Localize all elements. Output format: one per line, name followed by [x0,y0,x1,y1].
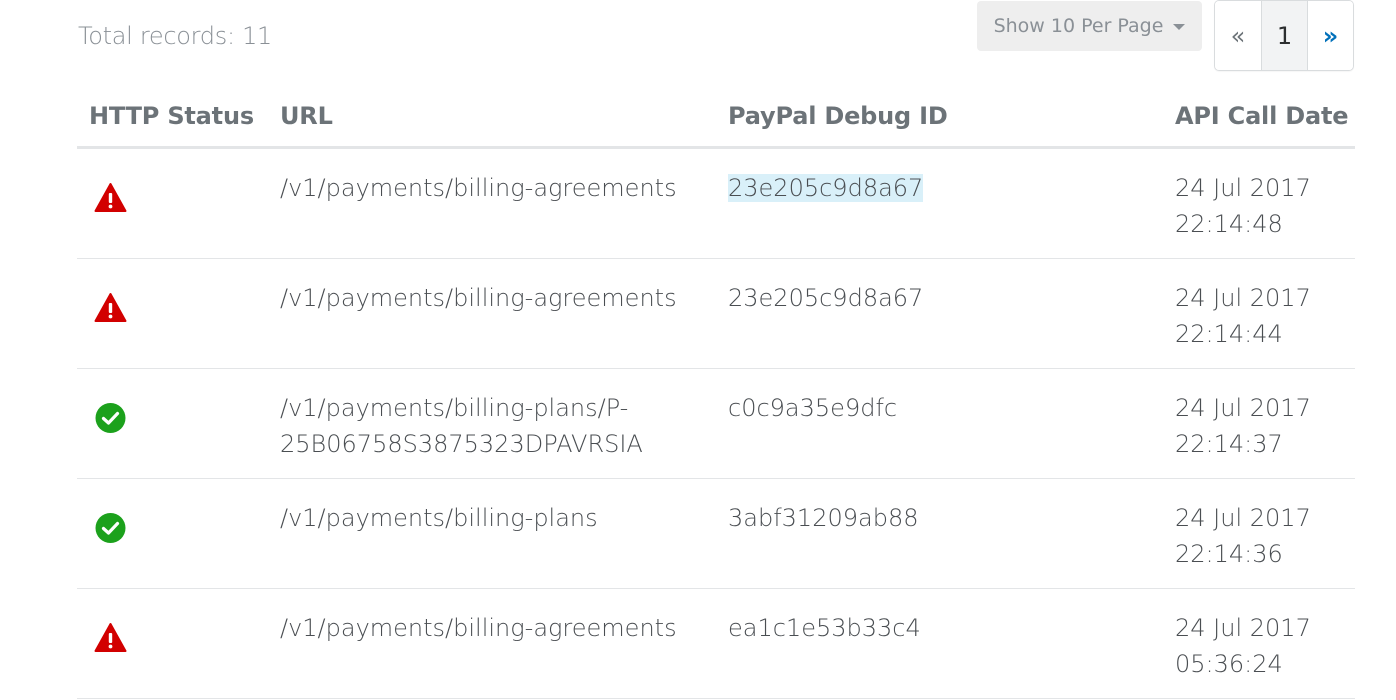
date-cell: 24 Jul 2017 22:14:36 [1175,500,1355,572]
debug-id-text[interactable]: c0c9a35e9dfc [728,394,897,422]
table-row[interactable]: /v1/payments/billing-plans/P-25B06758S38… [77,369,1355,479]
date-day: 24 Jul 2017 [1175,614,1311,642]
date-time: 22:14:44 [1175,320,1283,348]
date-time: 05:36:24 [1175,650,1283,678]
pagination-next-button[interactable]: » [1307,1,1353,70]
debug-id-text[interactable]: 23e205c9d8a67 [728,284,923,312]
header-api-call-date: API Call Date [1175,102,1349,130]
pagination: « 1 » [1214,0,1354,71]
header-debug-id: PayPal Debug ID [728,102,948,130]
date-day: 24 Jul 2017 [1175,394,1311,422]
debug-id-cell: 23e205c9d8a67 [728,170,924,206]
date-day: 24 Jul 2017 [1175,174,1311,202]
api-calls-table: HTTP Status URL PayPal Debug ID API Call… [77,90,1355,699]
caret-down-icon [1173,24,1186,30]
pagination-page-1[interactable]: 1 [1261,1,1307,70]
debug-id-cell: 23e205c9d8a67 [728,280,923,316]
header-url: URL [280,102,333,130]
date-time: 22:14:37 [1175,430,1283,458]
debug-id-cell: 3abf31209ab88 [728,500,919,536]
table-row[interactable]: /v1/payments/billing-agreements ea1c1e53b… [77,589,1355,699]
date-cell: 24 Jul 2017 22:14:48 [1175,170,1355,242]
date-cell: 24 Jul 2017 22:14:37 [1175,390,1355,462]
warning-icon [94,292,127,324]
url-cell: /v1/payments/billing-plans [280,504,598,532]
debug-id-cell: ea1c1e53b33c4 [728,610,921,646]
debug-id-cell: c0c9a35e9dfc [728,390,897,426]
header-http-status: HTTP Status [89,102,254,130]
table-row[interactable]: /v1/payments/billing-plans 3abf31209ab88 2… [77,479,1355,589]
url-cell: /v1/payments/billing-agreements [280,284,677,312]
per-page-dropdown[interactable]: Show 10 Per Page [977,1,1202,51]
date-day: 24 Jul 2017 [1175,284,1311,312]
url-cell: /v1/payments/billing-agreements [280,174,677,202]
debug-id-text[interactable]: ea1c1e53b33c4 [728,614,921,642]
pagination-prev-button[interactable]: « [1215,1,1261,70]
url-cell: /v1/payments/billing-agreements [280,614,677,642]
url-cell: /v1/payments/billing-plans/P-25B06758S38… [280,394,643,458]
check-circle-icon [94,402,127,434]
table-body: /v1/payments/billing-agreements 23e205c9d… [77,149,1355,699]
check-circle-icon [94,512,127,544]
table-row[interactable]: /v1/payments/billing-agreements 23e205c9d… [77,259,1355,369]
date-day: 24 Jul 2017 [1175,504,1311,532]
warning-icon [94,182,127,214]
warning-icon [94,622,127,654]
debug-id-text[interactable]: 3abf31209ab88 [728,504,919,532]
date-time: 22:14:36 [1175,540,1283,568]
debug-id-text[interactable]: 23e205c9d8a67 [728,174,924,202]
per-page-label: Show 10 Per Page [993,15,1164,37]
total-records-count: Total records: 11 [78,22,273,50]
date-cell: 24 Jul 2017 05:36:24 [1175,610,1355,682]
table-row[interactable]: /v1/payments/billing-agreements 23e205c9d… [77,149,1355,259]
date-time: 22:14:48 [1175,210,1283,238]
table-header: HTTP Status URL PayPal Debug ID API Call… [77,90,1355,149]
date-cell: 24 Jul 2017 22:14:44 [1175,280,1355,352]
api-calls-page: Total records: 11 Show 10 Per Page « 1 »… [0,0,1396,700]
